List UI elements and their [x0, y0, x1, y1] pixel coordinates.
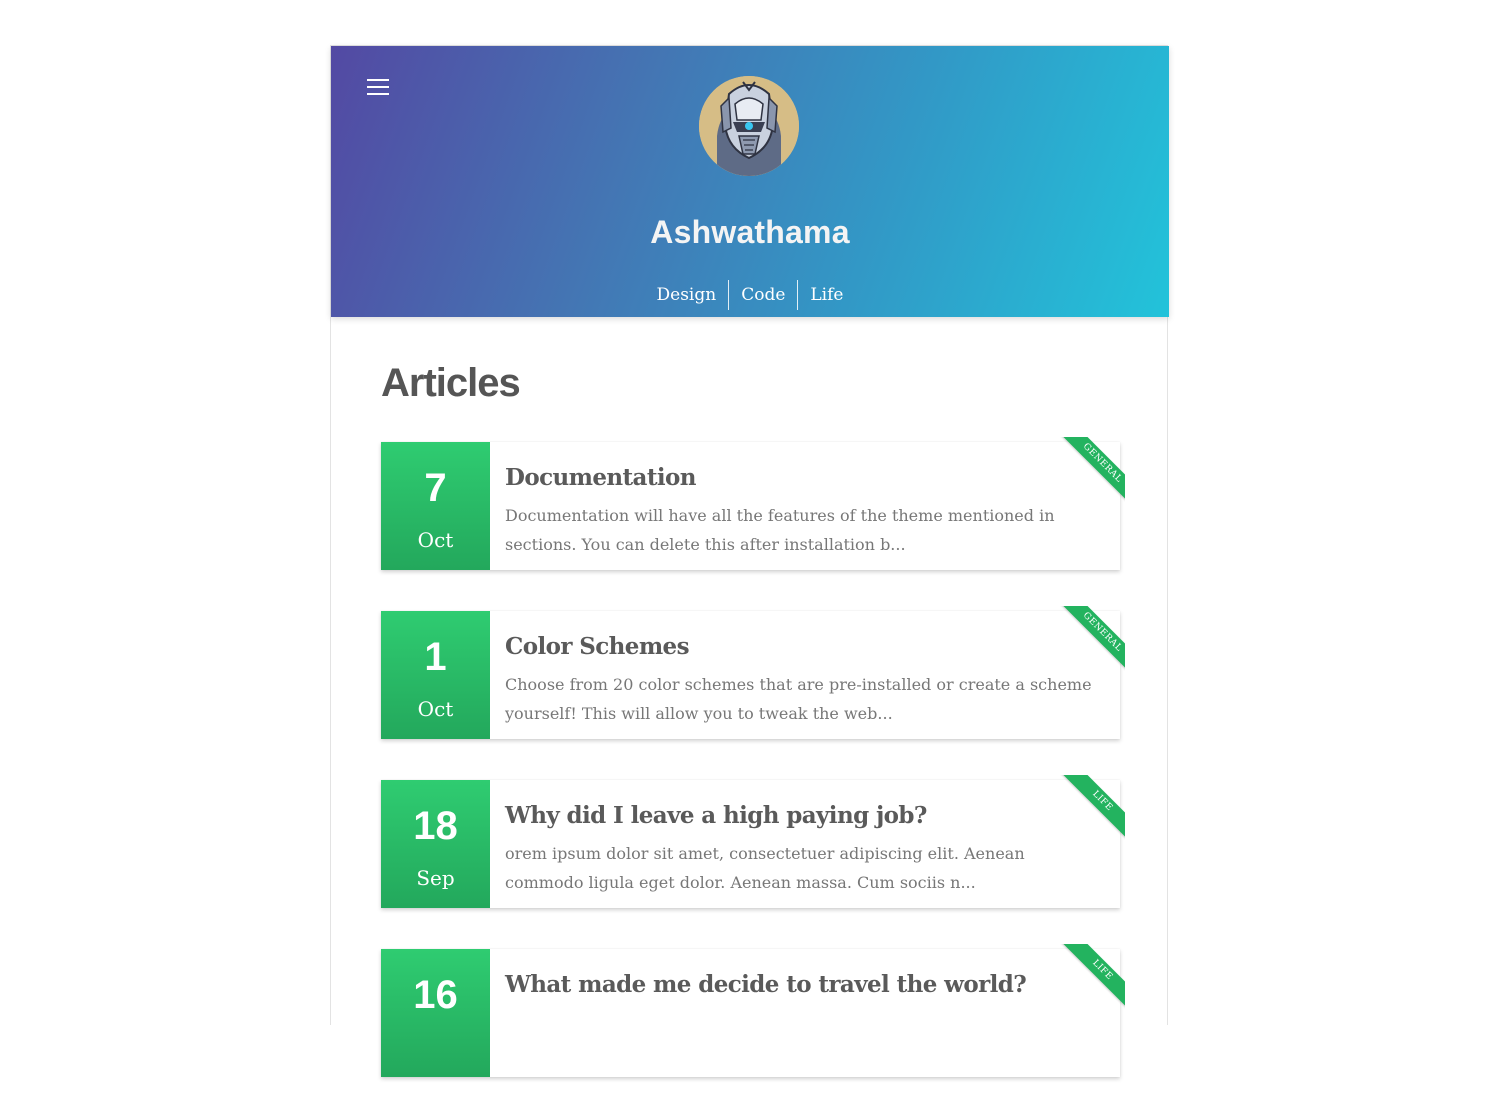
site-title[interactable]: Ashwathama	[331, 214, 1169, 251]
article-excerpt: Documentation will have all the features…	[505, 506, 1055, 554]
article-title[interactable]: Why did I leave a high paying job?	[505, 802, 927, 829]
hamburger-menu-icon[interactable]	[367, 76, 391, 98]
article-card[interactable]: 16 What made me decide to travel the wor…	[381, 944, 1125, 1077]
article-title[interactable]: Documentation	[505, 464, 696, 491]
page-container: Ashwathama Design Code Life Articles 7 Oct…	[330, 45, 1169, 1077]
section-title: Articles	[381, 361, 521, 405]
nav-link-design[interactable]: Design	[645, 280, 729, 310]
date-month: Sep	[416, 866, 455, 890]
date-badge: 7 Oct	[381, 442, 490, 570]
date-day: 18	[413, 804, 458, 848]
category-label[interactable]: General	[1057, 437, 1125, 509]
date-month: Oct	[417, 528, 454, 552]
date-day: 16	[413, 973, 458, 1017]
category-ribbon: Life	[1049, 944, 1125, 1020]
article-excerpt: Choose from 20 color schemes that are pr…	[505, 675, 1092, 723]
nav-link-code[interactable]: Code	[728, 280, 797, 310]
article-card[interactable]: 18 Sep Why did I leave a high paying job…	[381, 775, 1125, 908]
date-day: 1	[424, 635, 447, 679]
robot-avatar-icon	[699, 76, 799, 176]
category-ribbon: General	[1049, 437, 1125, 513]
date-badge: 16	[381, 949, 490, 1077]
avatar[interactable]	[699, 76, 799, 176]
date-day: 7	[424, 466, 447, 510]
article-card[interactable]: 1 Oct Color Schemes Choose from 20 color…	[381, 606, 1125, 739]
category-label[interactable]: Life	[1057, 775, 1125, 847]
article-excerpt: orem ipsum dolor sit amet, consectetuer …	[505, 844, 1025, 892]
date-badge: 1 Oct	[381, 611, 490, 739]
category-label[interactable]: General	[1057, 606, 1125, 678]
nav-link-life[interactable]: Life	[797, 280, 855, 310]
category-ribbon: Life	[1049, 775, 1125, 851]
article-title[interactable]: Color Schemes	[505, 633, 690, 660]
category-label[interactable]: Life	[1057, 944, 1125, 1016]
category-ribbon: General	[1049, 606, 1125, 682]
date-month: Oct	[417, 697, 454, 721]
site-header: Ashwathama Design Code Life	[331, 46, 1169, 317]
article-card[interactable]: 7 Oct Documentation Documentation will h…	[381, 437, 1125, 570]
date-badge: 18 Sep	[381, 780, 490, 908]
article-list: 7 Oct Documentation Documentation will h…	[381, 437, 1125, 1118]
main-nav: Design Code Life	[331, 280, 1169, 310]
article-title[interactable]: What made me decide to travel the world?	[505, 971, 1027, 998]
